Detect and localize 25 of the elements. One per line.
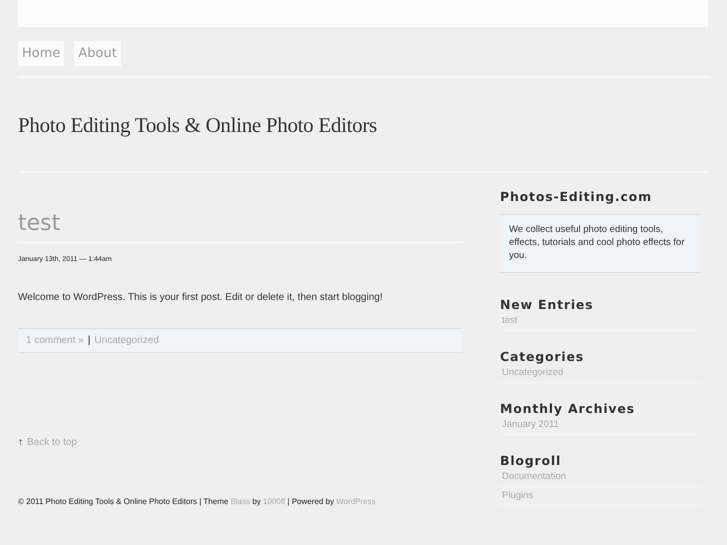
post-title: test xyxy=(18,211,463,243)
widget-link[interactable]: Documentation xyxy=(500,468,700,487)
separator: | xyxy=(88,335,90,346)
widget-link[interactable]: Uncategorized xyxy=(500,364,700,383)
up-arrow-icon: ↑ xyxy=(18,437,23,448)
footer-link[interactable]: WordPress xyxy=(336,497,376,506)
meta-link[interactable]: 1 comment » xyxy=(26,335,84,346)
footer-link[interactable]: Blass xyxy=(230,497,250,506)
widget-link[interactable]: January 2011 xyxy=(500,416,700,435)
footer-text: © 2011 Photo Editing Tools & Online Photo Editors | Theme Blass by 1000ff | Powered by WordPress xyxy=(18,497,377,506)
widget-link[interactable]: Plugins xyxy=(500,487,700,506)
widget-title: Photos-Editing.com xyxy=(500,189,653,204)
back-to-top-link[interactable]: Back to top xyxy=(27,437,78,448)
widget-title: Categories xyxy=(500,349,585,364)
nav-link[interactable]: Home xyxy=(18,41,64,66)
about-text: We collect useful photo editing tools, effects, tutorials and cool photo effects for you. xyxy=(500,214,700,273)
nav-link[interactable]: About xyxy=(74,41,121,66)
post-body: Welcome to WordPress. This is your first post. Edit or delete it, then start blogging! xyxy=(18,292,384,303)
widget-title: New Entries xyxy=(500,297,594,312)
footer-link[interactable]: 1000ff xyxy=(263,497,286,506)
meta-link[interactable]: Uncategorized xyxy=(94,335,159,346)
widget-title: Monthly Archives xyxy=(500,401,636,416)
site-title: Photo Editing Tools & Online Photo Editors xyxy=(18,113,378,138)
widget-link[interactable]: test xyxy=(500,312,700,331)
widget-title: Blogroll xyxy=(500,453,562,468)
